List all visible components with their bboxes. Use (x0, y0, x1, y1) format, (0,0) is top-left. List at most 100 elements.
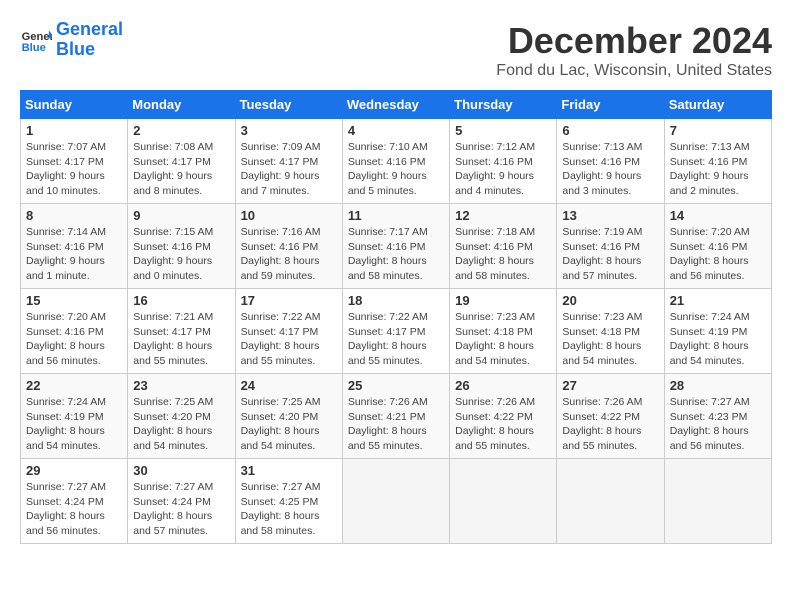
day-info: Sunrise: 7:17 AMSunset: 4:16 PMDaylight:… (348, 225, 444, 284)
calendar-cell: 22 Sunrise: 7:24 AMSunset: 4:19 PMDayligh… (21, 374, 128, 459)
day-number: 24 (241, 378, 337, 393)
day-info: Sunrise: 7:27 AMSunset: 4:25 PMDaylight:… (241, 480, 337, 539)
day-info: Sunrise: 7:25 AMSunset: 4:20 PMDaylight:… (241, 395, 337, 454)
calendar-cell: 16Sunrise: 7:21 AMSunset: 4:17 PMDayligh… (128, 289, 235, 374)
day-info: Sunrise: 7:09 AMSunset: 4:17 PMDaylight:… (241, 140, 337, 199)
day-number: 23 (133, 378, 229, 393)
day-info: Sunrise: 7:22 AMSunset: 4:17 PMDaylight:… (241, 310, 337, 369)
calendar-cell: 10 Sunrise: 7:16 AMSunset: 4:16 PMDayligh… (235, 204, 342, 289)
calendar-cell (450, 459, 557, 544)
svg-text:Blue: Blue (22, 42, 46, 54)
calendar-cell: 15 Sunrise: 7:20 AMSunset: 4:16 PMDayligh… (21, 289, 128, 374)
day-info: Sunrise: 7:22 AMSunset: 4:17 PMDaylight:… (348, 310, 444, 369)
weekday-header-monday: Monday (128, 91, 235, 119)
calendar-cell: 9 Sunrise: 7:15 AMSunset: 4:16 PMDaylight… (128, 204, 235, 289)
weekday-header-row: SundayMondayTuesdayWednesdayThursdayFrid… (21, 91, 772, 119)
location-subtitle: Fond du Lac, Wisconsin, United States (496, 62, 772, 80)
calendar-cell: 12 Sunrise: 7:18 AMSunset: 4:16 PMDayligh… (450, 204, 557, 289)
calendar-cell: 4 Sunrise: 7:10 AMSunset: 4:16 PMDaylight… (342, 119, 449, 204)
calendar-cell: 31 Sunrise: 7:27 AMSunset: 4:25 PMDayligh… (235, 459, 342, 544)
calendar-cell: 8 Sunrise: 7:14 AMSunset: 4:16 PMDaylight… (21, 204, 128, 289)
weekday-header-saturday: Saturday (664, 91, 771, 119)
calendar-cell: 23 Sunrise: 7:25 AMSunset: 4:20 PMDayligh… (128, 374, 235, 459)
day-info: Sunrise: 7:16 AMSunset: 4:16 PMDaylight:… (241, 225, 337, 284)
calendar-cell: 17Sunrise: 7:22 AMSunset: 4:17 PMDayligh… (235, 289, 342, 374)
calendar-cell (664, 459, 771, 544)
calendar-cell: 11 Sunrise: 7:17 AMSunset: 4:16 PMDayligh… (342, 204, 449, 289)
calendar-cell: 20 Sunrise: 7:23 AMSunset: 4:18 PMDayligh… (557, 289, 664, 374)
day-number: 30 (133, 463, 229, 478)
day-number: 25 (348, 378, 444, 393)
day-number: 14 (670, 208, 766, 223)
day-number: 16 (133, 293, 229, 308)
day-number: 20 (562, 293, 658, 308)
day-number: 2 (133, 123, 229, 138)
day-info: Sunrise: 7:23 AMSunset: 4:18 PMDaylight:… (562, 310, 658, 369)
logo: General Blue General Blue (20, 20, 123, 60)
day-info: Sunrise: 7:25 AMSunset: 4:20 PMDaylight:… (133, 395, 229, 454)
calendar-cell: 26Sunrise: 7:26 AMSunset: 4:22 PMDayligh… (450, 374, 557, 459)
day-number: 13 (562, 208, 658, 223)
day-info: Sunrise: 7:13 AMSunset: 4:16 PMDaylight:… (670, 140, 766, 199)
calendar-cell: 30 Sunrise: 7:27 AMSunset: 4:24 PMDayligh… (128, 459, 235, 544)
title-block: December 2024 Fond du Lac, Wisconsin, Un… (496, 20, 772, 80)
day-number: 10 (241, 208, 337, 223)
calendar-table: SundayMondayTuesdayWednesdayThursdayFrid… (20, 90, 772, 544)
day-info: Sunrise: 7:20 AMSunset: 4:16 PMDaylight:… (670, 225, 766, 284)
day-info: Sunrise: 7:15 AMSunset: 4:16 PMDaylight:… (133, 225, 229, 284)
week-row-3: 15 Sunrise: 7:20 AMSunset: 4:16 PMDayligh… (21, 289, 772, 374)
calendar-cell: 7 Sunrise: 7:13 AMSunset: 4:16 PMDaylight… (664, 119, 771, 204)
day-info: Sunrise: 7:27 AMSunset: 4:23 PMDaylight:… (670, 395, 766, 454)
day-info: Sunrise: 7:19 AMSunset: 4:16 PMDaylight:… (562, 225, 658, 284)
week-row-5: 29 Sunrise: 7:27 AMSunset: 4:24 PMDayligh… (21, 459, 772, 544)
day-number: 12 (455, 208, 551, 223)
day-number: 29 (26, 463, 122, 478)
day-number: 11 (348, 208, 444, 223)
day-info: Sunrise: 7:10 AMSunset: 4:16 PMDaylight:… (348, 140, 444, 199)
day-number: 27 (562, 378, 658, 393)
weekday-header-friday: Friday (557, 91, 664, 119)
day-info: Sunrise: 7:20 AMSunset: 4:16 PMDaylight:… (26, 310, 122, 369)
day-number: 28 (670, 378, 766, 393)
day-number: 19 (455, 293, 551, 308)
week-row-4: 22 Sunrise: 7:24 AMSunset: 4:19 PMDayligh… (21, 374, 772, 459)
weekday-header-thursday: Thursday (450, 91, 557, 119)
calendar-cell: 19 Sunrise: 7:23 AMSunset: 4:18 PMDayligh… (450, 289, 557, 374)
weekday-header-sunday: Sunday (21, 91, 128, 119)
day-info: Sunrise: 7:12 AMSunset: 4:16 PMDaylight:… (455, 140, 551, 199)
calendar-cell: 27 Sunrise: 7:26 AMSunset: 4:22 PMDayligh… (557, 374, 664, 459)
day-info: Sunrise: 7:26 AMSunset: 4:22 PMDaylight:… (562, 395, 658, 454)
day-info: Sunrise: 7:27 AMSunset: 4:24 PMDaylight:… (26, 480, 122, 539)
day-number: 22 (26, 378, 122, 393)
calendar-cell: 6Sunrise: 7:13 AMSunset: 4:16 PMDaylight… (557, 119, 664, 204)
day-number: 9 (133, 208, 229, 223)
day-info: Sunrise: 7:24 AMSunset: 4:19 PMDaylight:… (26, 395, 122, 454)
page-header: General Blue General Blue December 2024 … (20, 20, 772, 80)
day-number: 8 (26, 208, 122, 223)
day-info: Sunrise: 7:27 AMSunset: 4:24 PMDaylight:… (133, 480, 229, 539)
weekday-header-wednesday: Wednesday (342, 91, 449, 119)
day-info: Sunrise: 7:26 AMSunset: 4:21 PMDaylight:… (348, 395, 444, 454)
day-info: Sunrise: 7:26 AMSunset: 4:22 PMDaylight:… (455, 395, 551, 454)
week-row-1: 1Sunrise: 7:07 AMSunset: 4:17 PMDaylight… (21, 119, 772, 204)
svg-text:General: General (22, 31, 52, 43)
calendar-cell: 21Sunrise: 7:24 AMSunset: 4:19 PMDayligh… (664, 289, 771, 374)
calendar-cell: 29 Sunrise: 7:27 AMSunset: 4:24 PMDayligh… (21, 459, 128, 544)
calendar-cell: 18Sunrise: 7:22 AMSunset: 4:17 PMDayligh… (342, 289, 449, 374)
day-number: 31 (241, 463, 337, 478)
calendar-cell: 24 Sunrise: 7:25 AMSunset: 4:20 PMDayligh… (235, 374, 342, 459)
day-info: Sunrise: 7:14 AMSunset: 4:16 PMDaylight:… (26, 225, 122, 284)
week-row-2: 8 Sunrise: 7:14 AMSunset: 4:16 PMDaylight… (21, 204, 772, 289)
calendar-cell: 2Sunrise: 7:08 AMSunset: 4:17 PMDaylight… (128, 119, 235, 204)
calendar-cell (557, 459, 664, 544)
calendar-cell: 13 Sunrise: 7:19 AMSunset: 4:16 PMDayligh… (557, 204, 664, 289)
month-title: December 2024 (496, 20, 772, 62)
day-info: Sunrise: 7:18 AMSunset: 4:16 PMDaylight:… (455, 225, 551, 284)
calendar-cell: 28 Sunrise: 7:27 AMSunset: 4:23 PMDayligh… (664, 374, 771, 459)
day-number: 7 (670, 123, 766, 138)
day-number: 4 (348, 123, 444, 138)
day-number: 15 (26, 293, 122, 308)
calendar-cell: 3 Sunrise: 7:09 AMSunset: 4:17 PMDaylight… (235, 119, 342, 204)
day-number: 3 (241, 123, 337, 138)
day-info: Sunrise: 7:23 AMSunset: 4:18 PMDaylight:… (455, 310, 551, 369)
